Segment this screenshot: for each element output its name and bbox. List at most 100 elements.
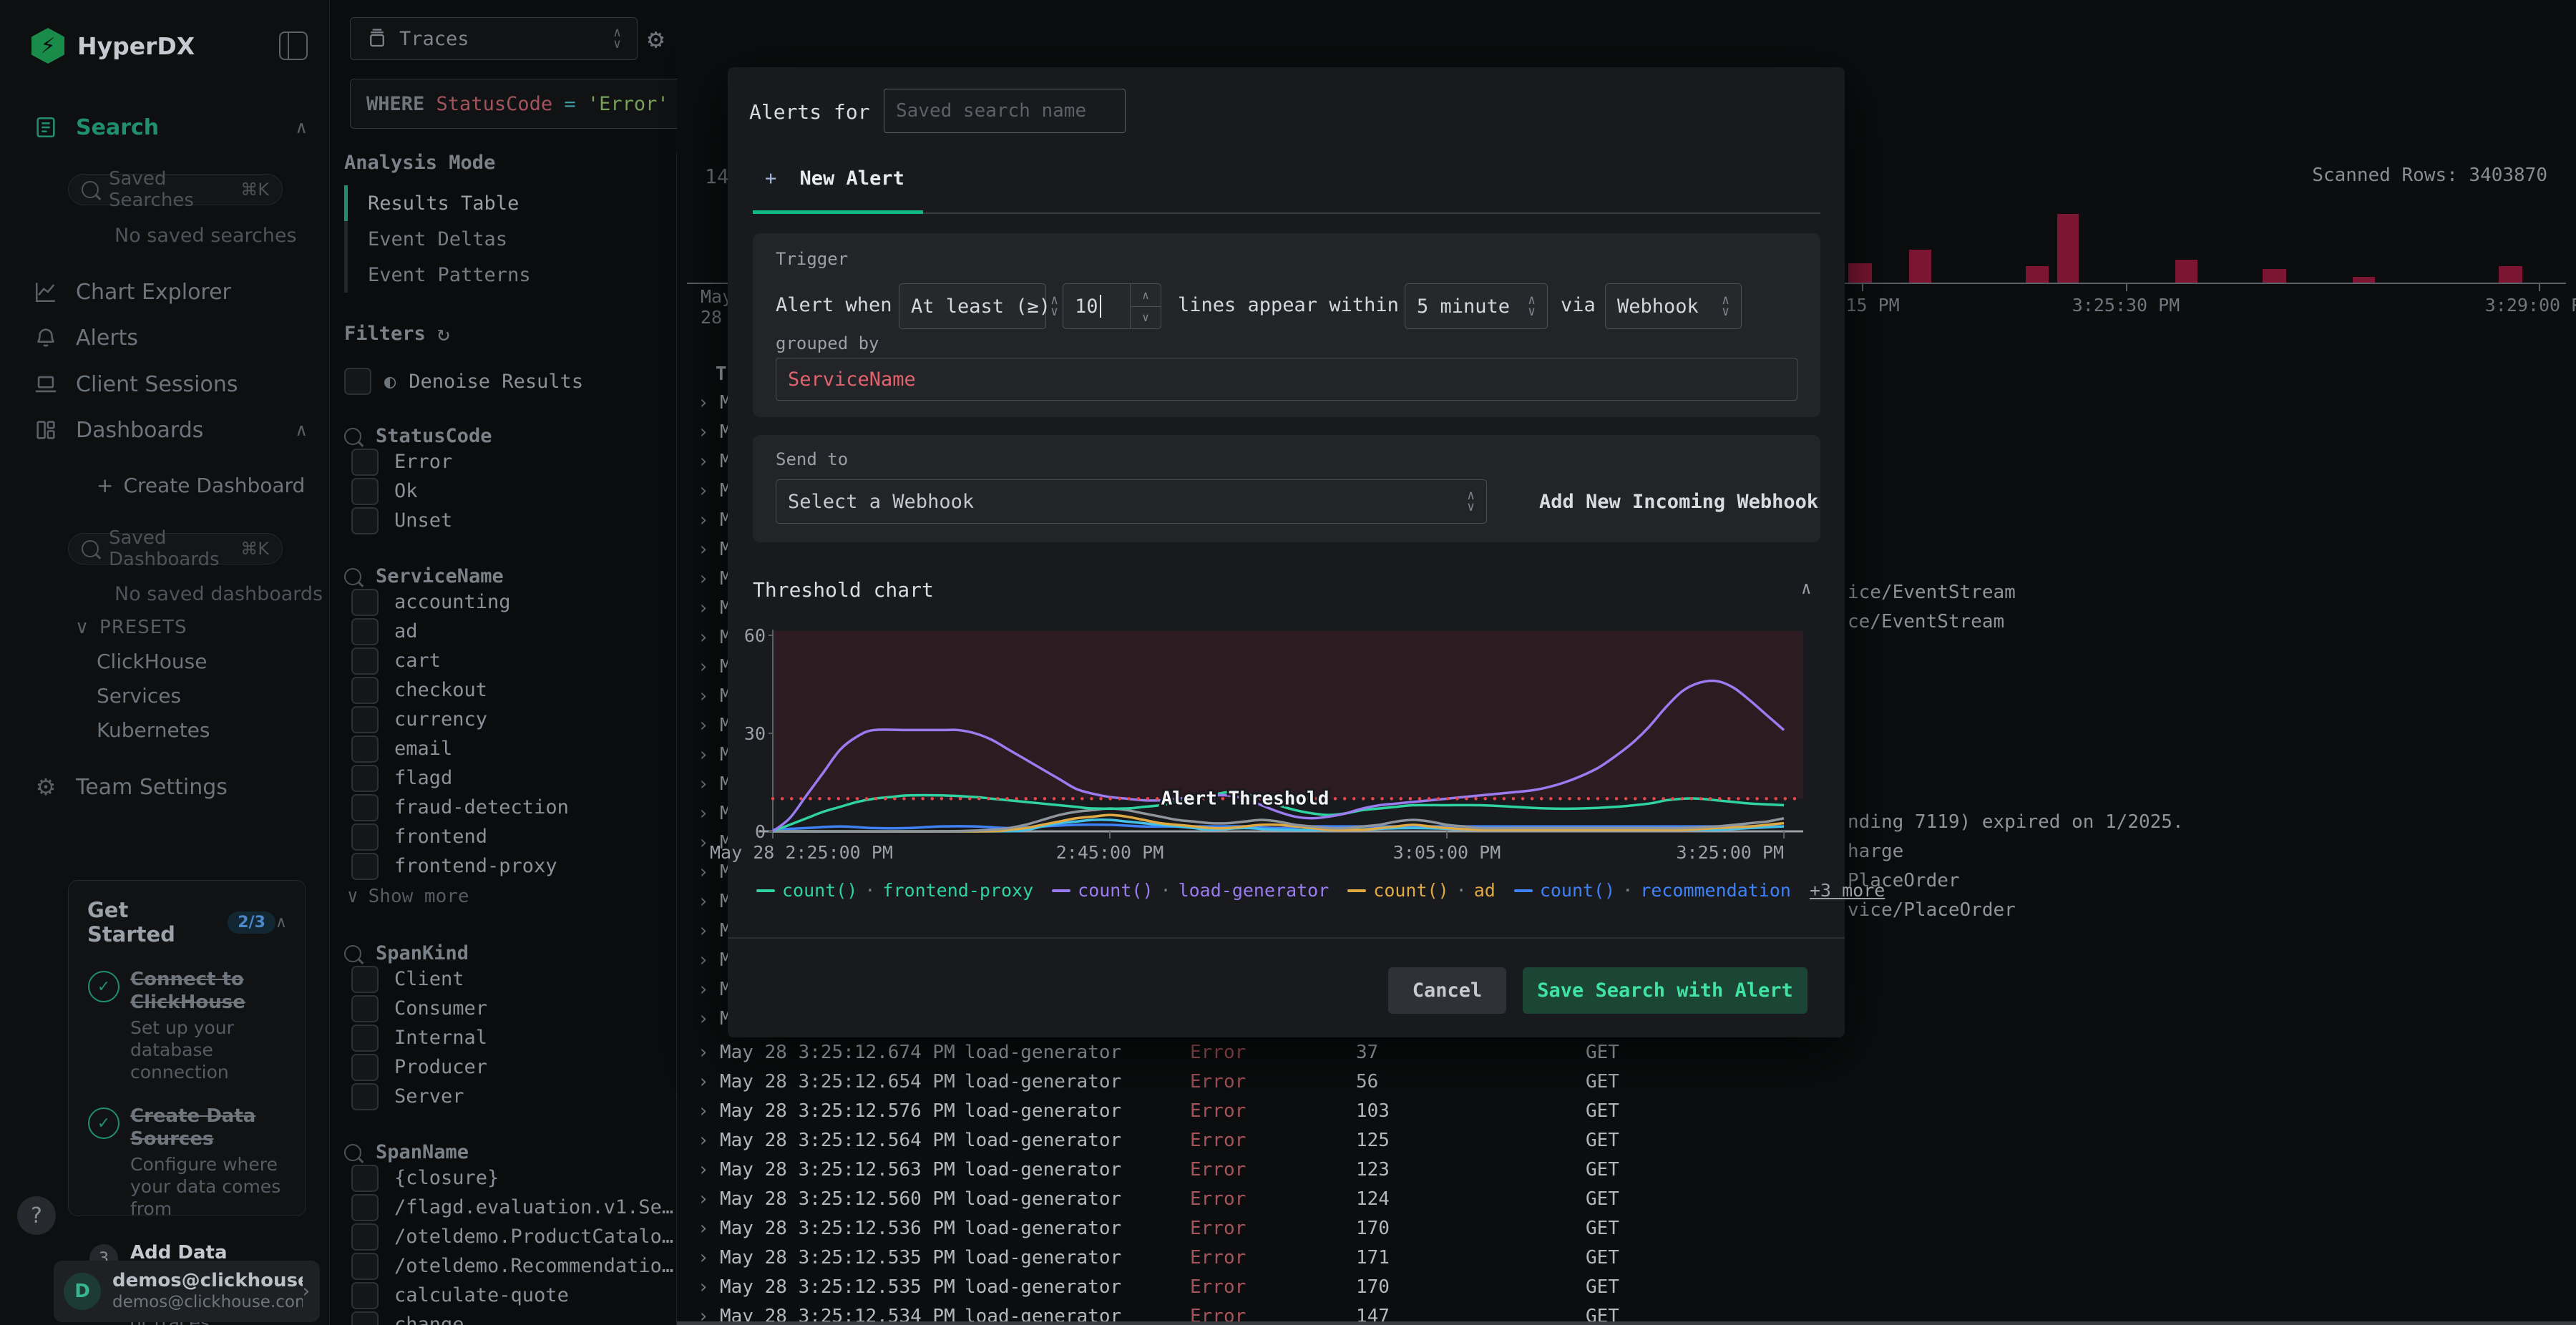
row-expand-icon[interactable]: › bbox=[698, 656, 709, 678]
get-started-step-sources[interactable]: ✓ Create Data Sources Configure where yo… bbox=[87, 1105, 287, 1220]
checkbox[interactable] bbox=[351, 507, 379, 534]
denoise-results-toggle[interactable]: ◐ Denoise Results bbox=[344, 368, 676, 395]
checkbox[interactable] bbox=[351, 735, 379, 763]
checkbox[interactable] bbox=[351, 588, 379, 616]
analysis-mode-option[interactable]: Results Table bbox=[348, 185, 676, 221]
filter-option[interactable]: frontend-proxy bbox=[344, 851, 676, 881]
saved-search-name-input[interactable]: Saved search name bbox=[884, 89, 1126, 133]
legend-item[interactable]: count() · ad bbox=[1347, 880, 1496, 901]
checkbox[interactable] bbox=[351, 764, 379, 792]
row-expand-icon[interactable]: › bbox=[698, 773, 709, 795]
row-expand-icon[interactable]: › bbox=[698, 451, 709, 472]
sidebar-item-chart-explorer[interactable]: Chart Explorer bbox=[31, 275, 308, 309]
filter-option[interactable]: Server bbox=[344, 1082, 676, 1111]
checkbox[interactable] bbox=[351, 1193, 379, 1221]
comparator-select[interactable]: At least (≥) ∧ ∨ bbox=[899, 283, 1058, 329]
table-row[interactable]: › May 28 3:25:12.563 PM load-generator Erro… bbox=[677, 1156, 2576, 1185]
collapse-chart-icon[interactable]: ∧ bbox=[1801, 578, 1811, 598]
filter-option[interactable]: /oteldemo.ProductCatalo… bbox=[344, 1222, 676, 1251]
checkbox[interactable] bbox=[351, 1164, 379, 1192]
chevron-up-icon[interactable]: ∧ bbox=[295, 420, 308, 440]
filter-option[interactable]: email bbox=[344, 734, 676, 763]
sidebar-item-team-settings[interactable]: ⚙ Team Settings bbox=[31, 770, 308, 804]
filter-option[interactable]: change bbox=[344, 1310, 676, 1325]
row-expand-icon[interactable]: › bbox=[698, 392, 709, 414]
filter-option[interactable]: Internal bbox=[344, 1023, 676, 1052]
checkbox[interactable] bbox=[351, 448, 379, 476]
search-icon[interactable] bbox=[344, 944, 361, 962]
checkbox[interactable] bbox=[351, 1252, 379, 1280]
row-expand-icon[interactable]: › bbox=[698, 979, 709, 1000]
checkbox[interactable] bbox=[344, 368, 371, 395]
checkbox[interactable] bbox=[351, 477, 379, 505]
saved-dashboards-input[interactable]: Saved Dashboards ⌘K bbox=[68, 527, 283, 570]
sidebar-item-client-sessions[interactable]: Client Sessions bbox=[31, 367, 308, 401]
row-expand-icon[interactable]: › bbox=[698, 1218, 709, 1239]
filter-option[interactable]: accounting bbox=[344, 587, 676, 617]
search-icon[interactable] bbox=[344, 567, 361, 585]
filter-option[interactable]: calculate-quote bbox=[344, 1281, 676, 1310]
webhook-select[interactable]: Select a Webhook ∧ ∨ bbox=[776, 479, 1487, 524]
legend-more-button[interactable]: +3 more bbox=[1810, 880, 1885, 901]
add-webhook-button[interactable]: Add New Incoming Webhook bbox=[1539, 491, 1818, 513]
cancel-button[interactable]: Cancel bbox=[1388, 967, 1506, 1014]
checkbox[interactable] bbox=[351, 1024, 379, 1052]
table-row[interactable]: › May 28 3:25:12.535 PM load-generator Erro… bbox=[677, 1244, 2576, 1273]
row-expand-icon[interactable]: › bbox=[698, 627, 709, 648]
checkbox[interactable] bbox=[351, 676, 379, 704]
filter-option[interactable]: Client bbox=[344, 964, 676, 994]
filter-option[interactable]: Consumer bbox=[344, 994, 676, 1023]
presets-toggle[interactable]: ∨ PRESETS bbox=[75, 617, 187, 638]
row-expand-icon[interactable]: › bbox=[698, 421, 709, 443]
filter-option[interactable]: Unset bbox=[344, 506, 676, 535]
filter-option[interactable]: checkout bbox=[344, 675, 676, 705]
row-expand-icon[interactable]: › bbox=[698, 861, 709, 883]
filter-option[interactable]: /flagd.evaluation.v1.Se… bbox=[344, 1193, 676, 1222]
row-expand-icon[interactable]: › bbox=[698, 1008, 709, 1030]
row-expand-icon[interactable]: › bbox=[698, 597, 709, 619]
save-search-with-alert-button[interactable]: Save Search with Alert bbox=[1523, 967, 1807, 1014]
row-expand-icon[interactable]: › bbox=[698, 1042, 709, 1063]
gear-icon[interactable]: ⚙ bbox=[648, 23, 664, 54]
row-expand-icon[interactable]: › bbox=[698, 1100, 709, 1122]
filter-option[interactable]: Ok bbox=[344, 476, 676, 506]
grouped-by-input[interactable]: ServiceName bbox=[776, 358, 1797, 401]
search-icon[interactable] bbox=[344, 427, 361, 445]
checkbox[interactable] bbox=[351, 793, 379, 821]
filter-option[interactable]: ad bbox=[344, 617, 676, 646]
threshold-value-input[interactable]: 10 ∧ ∨ bbox=[1063, 283, 1161, 329]
row-expand-icon[interactable]: › bbox=[698, 832, 709, 854]
preset-item-kubernetes[interactable]: Kubernetes bbox=[97, 718, 210, 742]
legend-item[interactable]: count() · recommendation bbox=[1513, 880, 1791, 901]
horizontal-scrollbar[interactable] bbox=[677, 1321, 2576, 1325]
saved-searches-input[interactable]: Saved Searches ⌘K bbox=[68, 168, 283, 211]
checkbox[interactable] bbox=[351, 1082, 379, 1110]
channel-select[interactable]: Webhook ∧ ∨ bbox=[1605, 283, 1742, 329]
time-window-select[interactable]: 5 minute ∧ ∨ bbox=[1405, 283, 1548, 329]
row-expand-icon[interactable]: › bbox=[698, 891, 709, 912]
search-icon[interactable] bbox=[344, 1143, 361, 1161]
row-expand-icon[interactable]: › bbox=[698, 568, 709, 590]
get-started-step-connect[interactable]: ✓ Connect to ClickHouse Set up your data… bbox=[87, 968, 287, 1083]
row-expand-icon[interactable]: › bbox=[698, 744, 709, 766]
table-row[interactable]: › May 28 3:25:12.576 PM load-generator Erro… bbox=[677, 1097, 2576, 1127]
refresh-icon[interactable]: ↻ bbox=[437, 321, 450, 346]
sidebar-item-dashboards[interactable]: Dashboards ∧ bbox=[31, 413, 308, 447]
tab-new-alert[interactable]: + New Alert bbox=[765, 167, 904, 190]
row-expand-icon[interactable]: › bbox=[698, 685, 709, 707]
source-select[interactable]: Traces ∧ ∨ bbox=[350, 17, 638, 60]
checkbox[interactable] bbox=[351, 1311, 379, 1325]
filter-option[interactable]: currency bbox=[344, 705, 676, 734]
row-expand-icon[interactable]: › bbox=[698, 803, 709, 824]
row-expand-icon[interactable]: › bbox=[698, 480, 709, 502]
legend-item[interactable]: count() · frontend-proxy bbox=[756, 880, 1033, 901]
checkbox[interactable] bbox=[351, 617, 379, 645]
row-expand-icon[interactable]: › bbox=[698, 1071, 709, 1092]
collapse-sidebar-icon[interactable] bbox=[279, 31, 308, 60]
checkbox[interactable] bbox=[351, 965, 379, 993]
analysis-mode-option[interactable]: Event Deltas bbox=[348, 221, 676, 257]
table-row[interactable]: › May 28 3:25:12.564 PM load-generator Erro… bbox=[677, 1127, 2576, 1156]
row-expand-icon[interactable]: › bbox=[698, 1130, 709, 1151]
row-expand-icon[interactable]: › bbox=[698, 920, 709, 942]
filter-option[interactable]: flagd bbox=[344, 763, 676, 793]
